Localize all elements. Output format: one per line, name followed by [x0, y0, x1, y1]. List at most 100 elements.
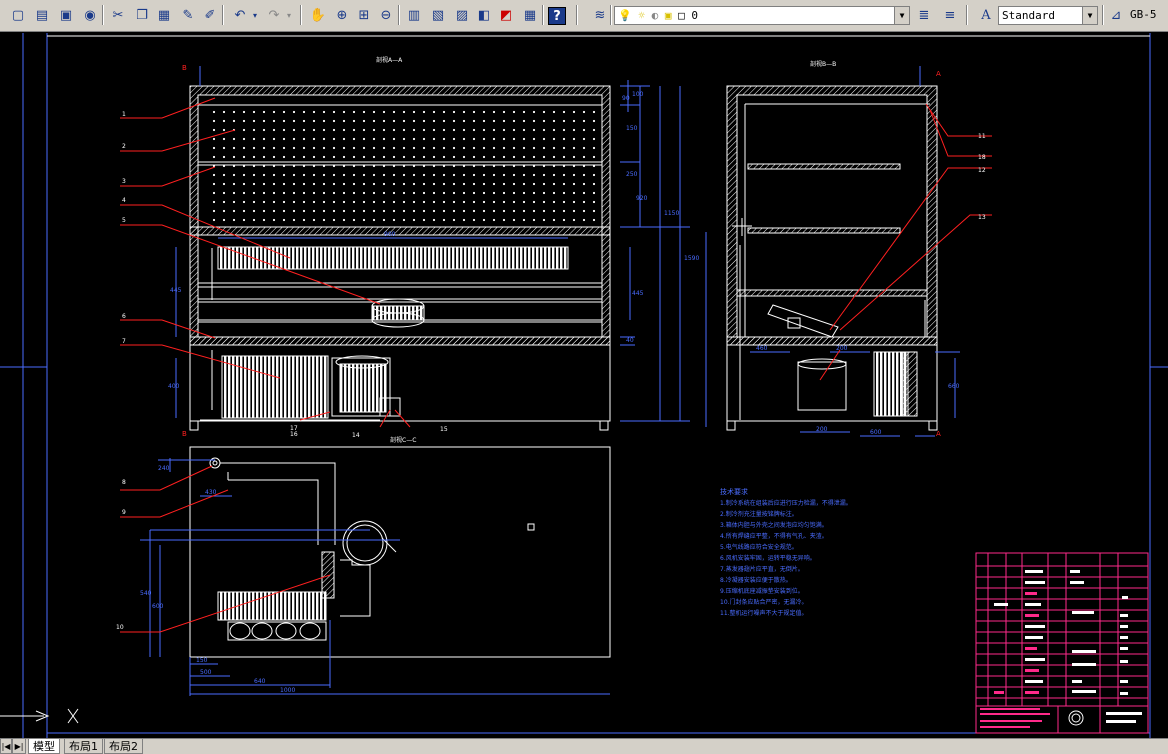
markup-icon[interactable]: ◩ — [496, 5, 516, 25]
tab-model[interactable]: 模型 — [28, 739, 60, 754]
callout-13: 13 — [978, 214, 986, 221]
tab-scroll-next-icon[interactable]: ▶| — [12, 739, 26, 754]
dim-a-5: 1590 — [684, 255, 699, 262]
match-properties-icon[interactable]: ✎ — [178, 5, 198, 25]
note-line: 6.风机安装牢固，运转平稳无异响。 — [720, 554, 816, 562]
dim-a-11: 250 — [626, 171, 638, 178]
redo-dropdown-icon[interactable]: ▾ — [284, 5, 294, 25]
dim-a-3: 920 — [636, 195, 648, 202]
text-style-combo[interactable]: Standard ▼ — [998, 6, 1098, 25]
dim-a-2: 100 — [632, 91, 644, 98]
callout-18: 18 — [978, 154, 986, 161]
layer-freeze-icon: ☼ — [638, 9, 645, 22]
undo-dropdown-icon[interactable]: ▾ — [250, 5, 260, 25]
title-block — [975, 552, 1149, 734]
pan-icon[interactable]: ✋ — [308, 5, 328, 25]
dim-style-icon[interactable]: ⊿ — [1106, 5, 1126, 25]
title-block-fills — [994, 570, 1142, 723]
section-mark-b-bottom: B — [182, 430, 187, 438]
dim-c-7: 640 — [254, 678, 266, 685]
callout-9: 9 — [122, 509, 126, 516]
dim-style-name[interactable]: GB-5 — [1130, 8, 1157, 21]
cut-icon[interactable]: ✂ — [108, 5, 128, 25]
dim-c-1: 240 — [158, 465, 170, 472]
dim-c-5: 150 — [196, 657, 208, 664]
section-mark-a-bottom: A — [936, 430, 941, 438]
toolbar-separator — [966, 5, 968, 25]
technical-notes: 技术要求 1.制冷系统在组装后应进行压力检漏，不得泄漏。 2.制冷剂充注量按铭牌… — [720, 487, 852, 617]
callout-14: 14 — [352, 432, 360, 439]
section-b-view — [726, 85, 938, 431]
dim-a-6: 900 — [384, 231, 396, 238]
callout-5: 5 — [122, 217, 126, 224]
standard-toolbar: ▢ ▤ ▣ ◉ ✂ ❐ ▦ ✎ ✐ ↶ ▾ ↷ ▾ ✋ ⊕ ⊞ ⊖ ▥ ▧ ▨ … — [0, 0, 1168, 32]
tab-layout1[interactable]: 布局1 — [64, 739, 103, 754]
layer-name: 0 — [691, 9, 698, 22]
toolbar-separator — [610, 5, 612, 25]
open-icon[interactable]: ▤ — [32, 5, 52, 25]
toolbar-separator — [222, 5, 224, 25]
dim-c-8: 1000 — [280, 687, 295, 694]
toolbar-separator — [1102, 5, 1104, 25]
dim-a-4: 1150 — [664, 210, 679, 217]
dim-b-1: 460 — [756, 345, 768, 352]
dim-c-4: 600 — [152, 603, 164, 610]
note-line: 9.压缩机底座减振垫安装到位。 — [720, 587, 804, 595]
callout-3: 3 — [122, 178, 126, 185]
callout-8: 8 — [122, 479, 126, 486]
save-icon[interactable]: ▣ — [56, 5, 76, 25]
toolbar-separator — [102, 5, 104, 25]
dim-b-5: 660 — [948, 383, 960, 390]
note-line: 7.蒸发器翅片应平直，无倒片。 — [720, 565, 804, 573]
callout-16: 16 — [290, 431, 298, 438]
make-current-layer-icon[interactable]: ≣ — [914, 5, 934, 25]
redo-icon[interactable]: ↷ — [264, 5, 284, 25]
section-b-title: 剖视B—B — [810, 60, 836, 68]
tab-layout2[interactable]: 布局2 — [104, 739, 143, 754]
new-icon[interactable]: ▢ — [8, 5, 28, 25]
dim-a-8: 400 — [168, 383, 180, 390]
layer-plot-icon: ▣ — [664, 9, 672, 22]
copy-icon[interactable]: ❐ — [132, 5, 152, 25]
dim-b-4: 600 — [870, 429, 882, 436]
callout-1: 1 — [122, 111, 126, 118]
sheet-set-icon[interactable]: ◧ — [474, 5, 494, 25]
block-editor-icon[interactable]: ✐ — [200, 5, 220, 25]
callout-10: 10 — [116, 624, 124, 631]
dim-c-2: 430 — [205, 489, 217, 496]
text-style-icon[interactable]: A — [976, 5, 996, 25]
ucs-icon — [0, 708, 79, 724]
properties-icon[interactable]: ▥ — [404, 5, 424, 25]
dim-c-6: 500 — [200, 669, 212, 676]
zoom-window-icon[interactable]: ⊞ — [354, 5, 374, 25]
callout-17: 17 — [290, 425, 298, 432]
undo-icon[interactable]: ↶ — [230, 5, 250, 25]
section-mark-b-top: B — [182, 64, 187, 72]
note-line: 3.箱体内胆与外壳之间发泡应均匀饱满。 — [720, 521, 828, 529]
design-center-icon[interactable]: ▧ — [428, 5, 448, 25]
zoom-realtime-icon[interactable]: ⊕ — [332, 5, 352, 25]
paste-icon[interactable]: ▦ — [154, 5, 174, 25]
dim-b-2: 200 — [836, 345, 848, 352]
drawing-canvas[interactable]: B B A A 剖视A—A 剖视B—B 剖视C—C 1 2 3 4 5 6 7 … — [0, 32, 1168, 738]
dim-a-12: 150 — [626, 125, 638, 132]
note-line: 10.门封条应贴合严密，无漏冷。 — [720, 598, 808, 606]
zoom-previous-icon[interactable]: ⊖ — [376, 5, 396, 25]
tool-palettes-icon[interactable]: ▨ — [452, 5, 472, 25]
chevron-down-icon[interactable]: ▼ — [894, 7, 909, 24]
layer-combo[interactable]: 💡 ☼ ◐ ▣ □ 0 ▼ — [614, 6, 910, 25]
help-icon[interactable]: ? — [548, 7, 566, 25]
toolbar-separator — [398, 5, 400, 25]
cad-drawing: B B A A 剖视A—A 剖视B—B 剖视C—C 1 2 3 4 5 6 7 … — [0, 33, 1168, 738]
plot-icon[interactable]: ◉ — [80, 5, 100, 25]
dim-a-10: 40 — [626, 337, 634, 344]
layer-previous-icon[interactable]: ≡ — [940, 5, 960, 25]
chevron-down-icon[interactable]: ▼ — [1082, 7, 1097, 24]
calculator-icon[interactable]: ▦ — [520, 5, 540, 25]
layer-manager-icon[interactable]: ≋ — [590, 5, 610, 25]
dim-b-3: 200 — [816, 426, 828, 433]
section-mark-a-top: A — [936, 70, 941, 78]
note-line: 1.制冷系统在组装后应进行压力检漏，不得泄漏。 — [720, 499, 852, 507]
tab-scroll-first-icon[interactable]: |◀ — [0, 739, 12, 754]
layout-tabs: |◀ ▶| 模型 布局1 布局2 — [0, 738, 1168, 754]
